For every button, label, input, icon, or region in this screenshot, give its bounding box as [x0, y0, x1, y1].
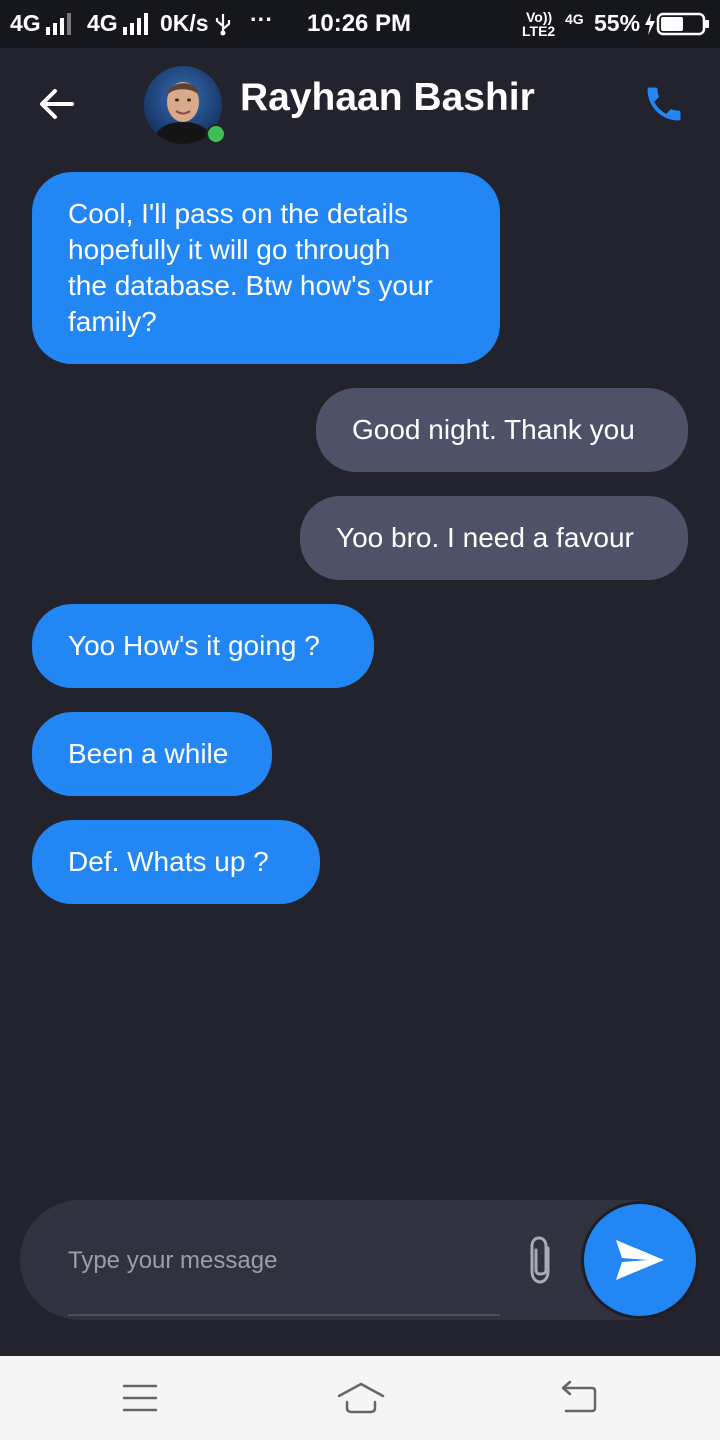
- status-bar: 4G 4G 0K/s ··· 10:26 PM Vo)) LTE2 4G 55%: [0, 0, 720, 48]
- online-status-dot: [206, 124, 226, 144]
- lte-label: LTE2: [522, 23, 556, 39]
- signal-2-label: 4G: [87, 10, 118, 36]
- contact-name[interactable]: Rayhaan Bashir: [240, 76, 535, 120]
- phone-call-icon[interactable]: [642, 82, 686, 126]
- message-bubble-incoming[interactable]: Been a while: [32, 712, 272, 796]
- system-navigation-bar: [0, 1356, 720, 1440]
- net-label: 4G: [565, 11, 584, 27]
- paperclip-icon[interactable]: [522, 1234, 562, 1286]
- battery-percent: 55%: [594, 10, 641, 36]
- message-line: the database. Btw how's your: [68, 270, 433, 301]
- signal-bars-1-icon: [46, 13, 71, 35]
- input-underline: [68, 1314, 500, 1316]
- send-icon: [616, 1240, 664, 1280]
- battery-icon: [645, 12, 709, 36]
- message-line: hopefully it will go through: [68, 234, 391, 265]
- message-bubble-incoming[interactable]: Def. Whats up ?: [32, 820, 320, 904]
- message-line: family?: [68, 306, 157, 337]
- more-notifications-icon: ···: [250, 6, 273, 32]
- back-arrow-icon[interactable]: [36, 84, 76, 124]
- chat-header: Rayhaan Bashir: [0, 48, 720, 158]
- home-icon[interactable]: [336, 1378, 386, 1418]
- network-speed: 0K/s: [160, 10, 209, 36]
- menu-icon[interactable]: [118, 1378, 162, 1418]
- message-input[interactable]: [68, 1244, 498, 1278]
- message-bubble-outgoing[interactable]: Good night. Thank you: [316, 388, 688, 472]
- message-bubble-incoming[interactable]: Yoo How's it going ?: [32, 604, 374, 688]
- signal-1-label: 4G: [10, 10, 41, 36]
- message-bubble-incoming[interactable]: Cool, I'll pass on the details hopefully…: [32, 172, 500, 364]
- send-button[interactable]: [584, 1204, 696, 1316]
- message-bubble-outgoing[interactable]: Yoo bro. I need a favour: [300, 496, 688, 580]
- volte-label: Vo)): [526, 9, 553, 25]
- back-icon[interactable]: [556, 1378, 600, 1418]
- signal-bars-2-icon: [123, 13, 148, 35]
- message-line: Cool, I'll pass on the details: [68, 198, 408, 229]
- usb-icon: [215, 14, 231, 36]
- clock: 10:26 PM: [307, 10, 412, 37]
